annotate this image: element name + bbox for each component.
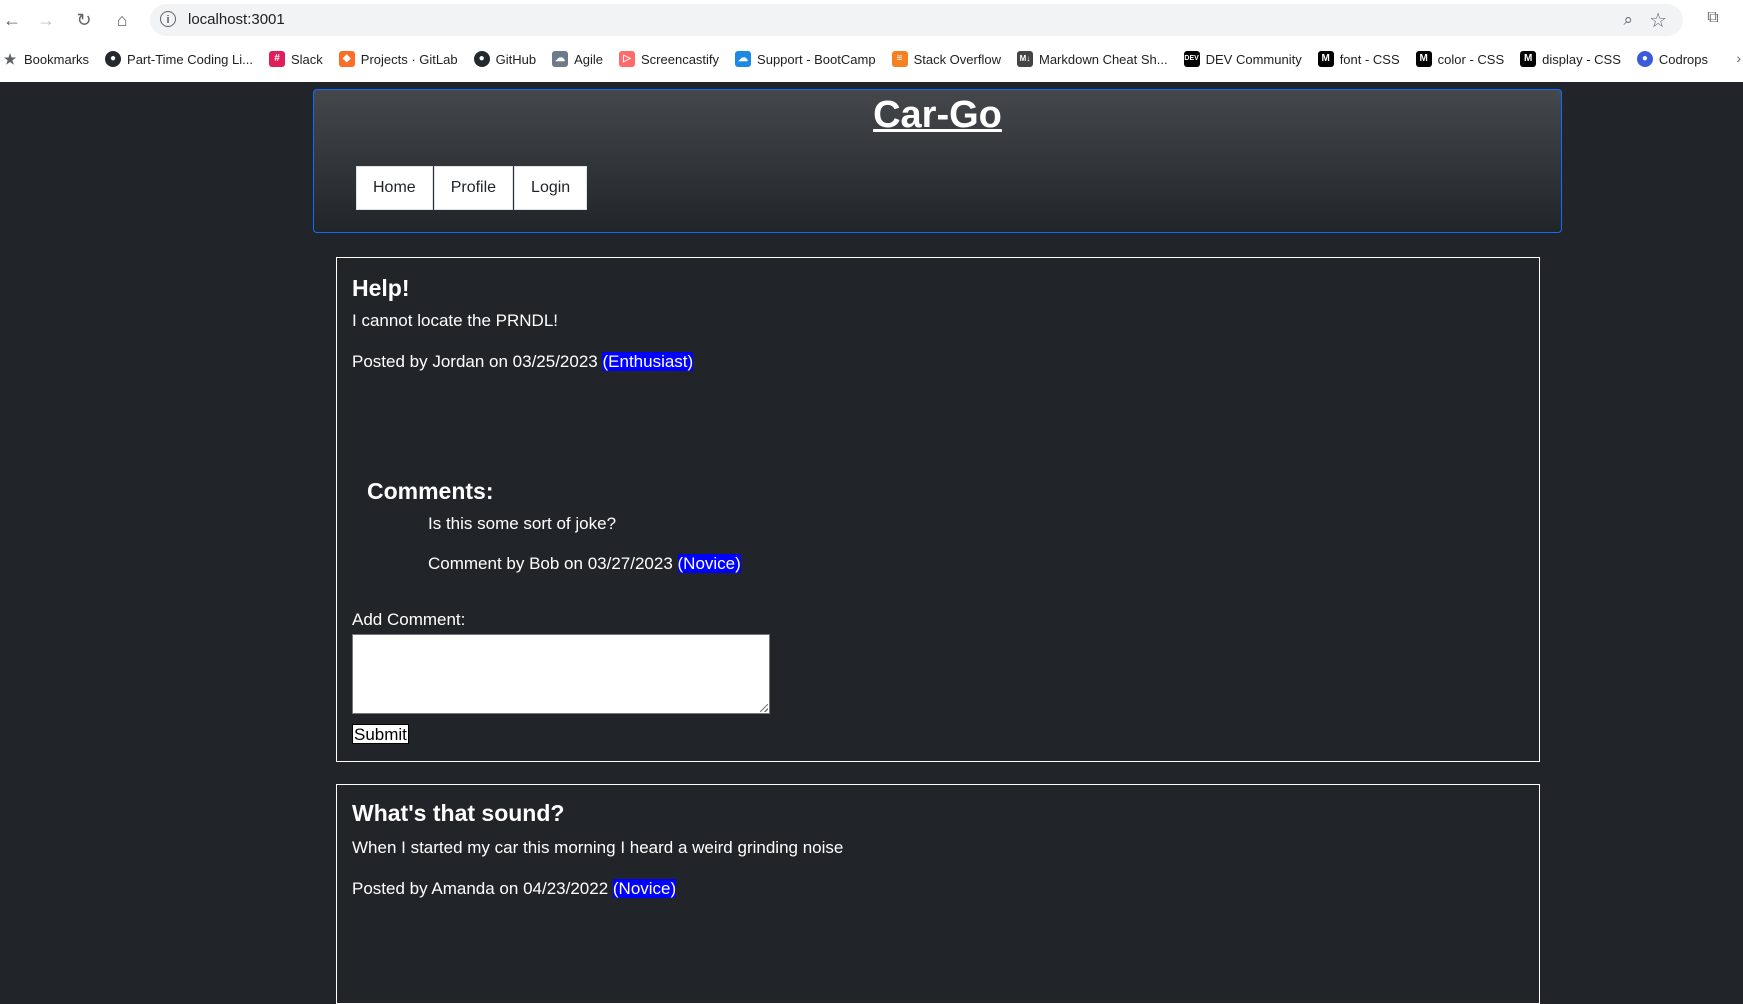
bookmark-star-icon[interactable]: ☆ — [1649, 8, 1667, 33]
bookmark-item[interactable]: ★ Bookmarks — [2, 51, 89, 67]
bookmark-label: Stack Overflow — [913, 51, 1001, 67]
comment-meta: Comment by Bob on 03/27/2023 (Novice) — [428, 554, 741, 574]
nav-profile-button[interactable]: Profile — [433, 166, 514, 210]
bookmarks-bar: ★ Bookmarks ● Part-Time Coding Li... # S… — [0, 42, 1743, 76]
bookmark-label: Agile — [574, 51, 603, 67]
back-arrow-icon[interactable]: ← — [0, 8, 24, 32]
bookmark-item[interactable]: ▷ Screencastify — [619, 51, 719, 67]
post-author-date: Posted by Amanda on 04/23/2022 — [352, 879, 609, 898]
post-author-date: Posted by Jordan on 03/25/2023 — [352, 352, 598, 371]
bookmark-item[interactable]: ◆ Projects · GitLab — [338, 51, 458, 67]
bookmark-label: Codrops — [1658, 51, 1709, 67]
site-title[interactable]: Car-Go — [314, 94, 1561, 137]
reload-icon[interactable]: ↻ — [72, 8, 96, 32]
post-meta: Posted by Jordan on 03/25/2023 (Enthusia… — [352, 352, 694, 372]
star-icon: ★ — [3, 51, 17, 67]
bookmark-label: Slack — [290, 51, 323, 67]
bookmark-item[interactable]: DEV DEV Community — [1183, 51, 1302, 67]
github-icon: ● — [473, 51, 490, 67]
codrops-icon: ● — [1636, 51, 1653, 67]
bookmark-label: DEV Community — [1205, 51, 1302, 67]
browser-toolbar: ← → ↻ ⌂ i localhost:3001 ⌕ ☆ ⧉ — [0, 0, 1743, 40]
address-bar[interactable]: i localhost:3001 ⌕ ☆ — [150, 4, 1683, 36]
post-card: What's that sound? When I started my car… — [336, 784, 1540, 1004]
submit-comment-button[interactable]: Submit — [352, 724, 409, 744]
comment-textarea[interactable] — [352, 634, 770, 714]
site-info-icon[interactable]: i — [160, 11, 176, 27]
bookmark-item[interactable]: M display - CSS — [1520, 51, 1621, 67]
post-body: When I started my car this morning I hea… — [352, 838, 844, 857]
bookmark-label: display - CSS — [1542, 51, 1621, 67]
bookmark-label: Part-Time Coding Li... — [127, 51, 253, 67]
bookmark-item[interactable]: ☁ Support - BootCamp — [735, 51, 876, 67]
nav-home-button[interactable]: Home — [356, 166, 433, 210]
comment-text: Is this some sort of joke? — [428, 514, 617, 533]
gitlab-icon: ◆ — [338, 51, 355, 67]
bookmark-item[interactable]: ≡ Stack Overflow — [891, 51, 1001, 67]
site-header: Car-Go Home Profile Login — [313, 89, 1562, 233]
comment-author-date: Comment by Bob on 03/27/2023 — [428, 554, 673, 573]
bookmark-item[interactable]: ☁ Agile — [552, 51, 603, 67]
add-comment-label: Add Comment: — [352, 610, 466, 629]
extensions-icon[interactable]: ⧉ — [1703, 9, 1723, 29]
comments-heading: Comments: — [367, 478, 494, 504]
user-rank-badge: (Enthusiast) — [602, 352, 694, 371]
bookmark-item[interactable]: ● GitHub — [473, 51, 537, 67]
screencastify-icon: ▷ — [619, 51, 635, 67]
zoom-icon[interactable]: ⌕ — [1623, 10, 1633, 30]
url-text[interactable]: localhost:3001 — [188, 11, 285, 28]
stackoverflow-icon: ≡ — [891, 51, 908, 67]
bookmark-item[interactable]: M font - CSS — [1317, 51, 1400, 67]
bookmark-label: Projects · GitLab — [360, 51, 458, 67]
post-body: I cannot locate the PRNDL! — [352, 311, 559, 330]
post-meta: Posted by Amanda on 04/23/2022 (Novice) — [352, 879, 677, 899]
bookmark-label: Bookmarks — [24, 51, 90, 67]
chevron-right-icon[interactable]: › — [1736, 50, 1741, 66]
bookmark-label: GitHub — [495, 51, 537, 67]
bookmark-label: Markdown Cheat Sh... — [1038, 51, 1168, 67]
post-card: Help! I cannot locate the PRNDL! Posted … — [336, 257, 1540, 762]
user-rank-badge: (Novice) — [677, 554, 741, 573]
mdn-icon: M — [1317, 51, 1334, 67]
mdn-icon: M — [1520, 51, 1537, 67]
post-title: Help! — [352, 275, 410, 301]
post-title: What's that sound? — [352, 800, 565, 826]
dev-icon: DEV — [1183, 51, 1200, 67]
bookmark-label: color - CSS — [1437, 51, 1505, 67]
markdown-icon: M↓ — [1016, 51, 1033, 67]
forward-arrow-icon[interactable]: → — [34, 8, 58, 32]
cloud-icon: ☁ — [735, 51, 752, 67]
github-icon: ● — [105, 51, 122, 67]
bookmark-label: font - CSS — [1339, 51, 1400, 67]
main-nav: Home Profile Login — [356, 166, 588, 210]
agile-icon: ☁ — [552, 51, 569, 67]
bookmark-label: Screencastify — [641, 51, 720, 67]
bookmark-item[interactable]: M color - CSS — [1415, 51, 1505, 67]
resize-grip-icon[interactable] — [760, 704, 768, 712]
bookmark-item[interactable]: # Slack — [268, 51, 323, 67]
nav-login-button[interactable]: Login — [514, 166, 588, 210]
bookmark-label: Support - BootCamp — [757, 51, 876, 67]
browser-chrome: ← → ↻ ⌂ i localhost:3001 ⌕ ☆ ⧉ ★ Bookmar… — [0, 0, 1743, 82]
home-icon[interactable]: ⌂ — [110, 8, 134, 32]
mdn-icon: M — [1415, 51, 1432, 67]
bookmark-item[interactable]: M↓ Markdown Cheat Sh... — [1016, 51, 1168, 67]
bookmark-item[interactable]: ● Codrops — [1636, 51, 1709, 67]
slack-icon: # — [268, 51, 285, 67]
bookmark-item[interactable]: ● Part-Time Coding Li... — [105, 51, 253, 67]
user-rank-badge: (Novice) — [612, 879, 677, 898]
